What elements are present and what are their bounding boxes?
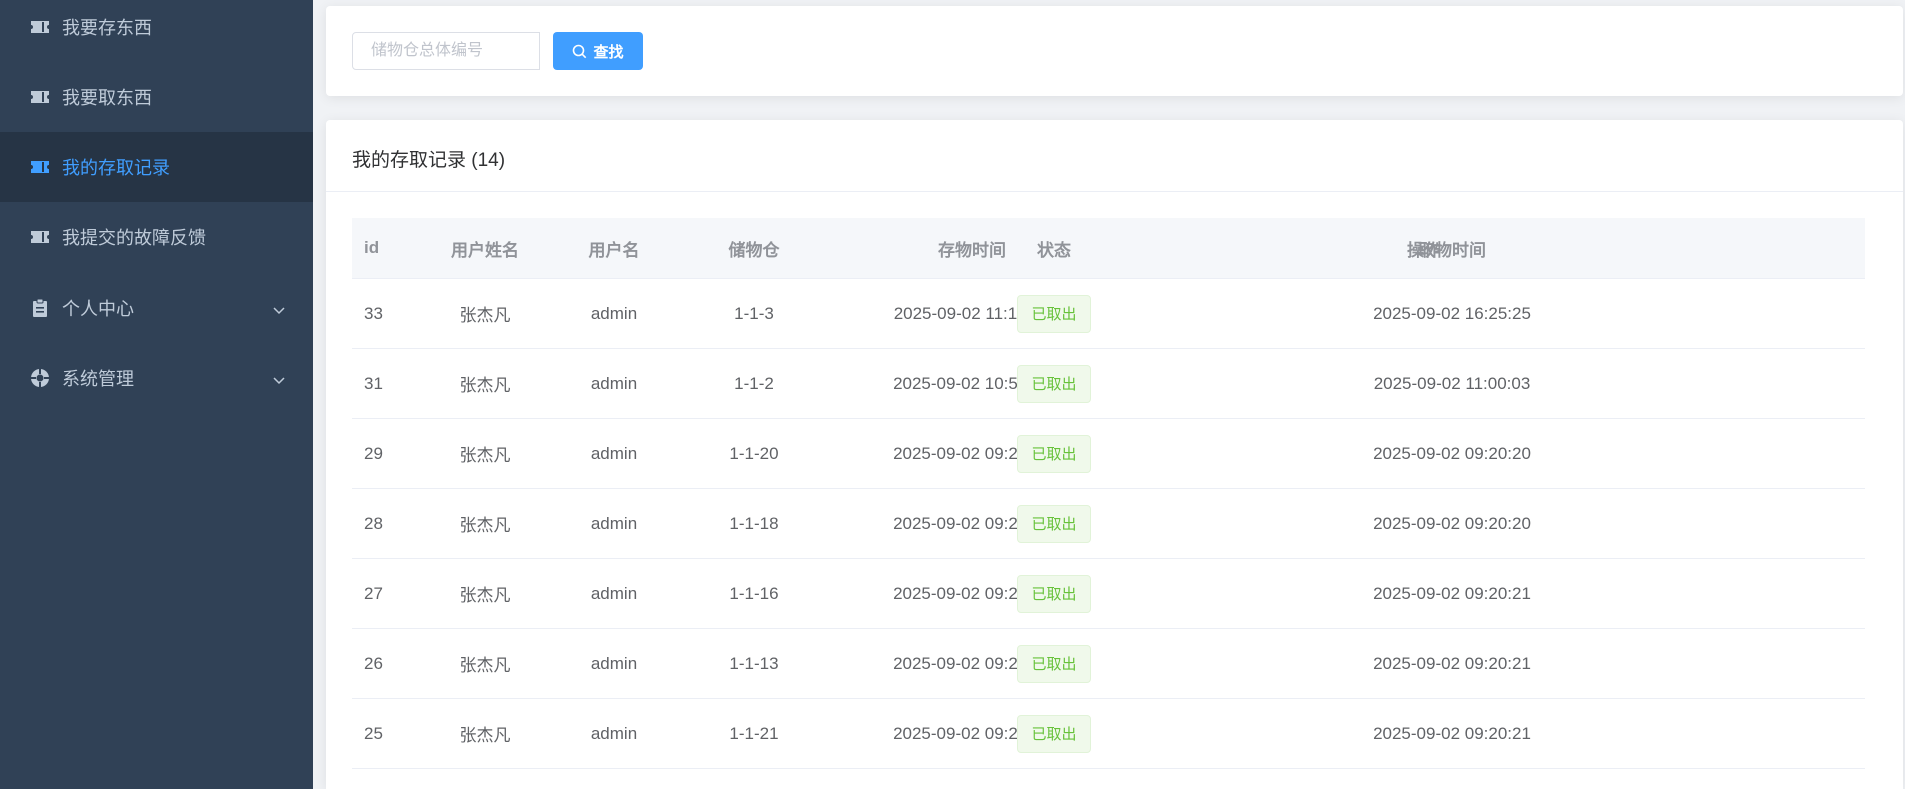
cell-name: 张杰凡 [459, 376, 511, 395]
cell-locker: 1-1-21 [729, 723, 779, 743]
column-header-actions[interactable]: 操作 [1362, 218, 1486, 278]
status-badge: 已取出 [1017, 364, 1091, 403]
records-title: 我的存取记录 (14) [352, 150, 506, 171]
cell-id: 26 [364, 653, 383, 673]
cell-actions [1362, 629, 1486, 698]
cell-name: 张杰凡 [459, 726, 511, 745]
cell-username: admin [590, 443, 638, 463]
search-icon [572, 44, 587, 59]
sidebar-item-feedback[interactable]: 我提交的故障反馈 [0, 202, 313, 272]
table-row[interactable]: 25 张杰凡 admin 1-1-21 2025-09-02 09:20:05 … [352, 699, 1865, 769]
sidebar-item-records[interactable]: 我的存取记录 [0, 132, 313, 202]
sidebar: 我要存东西 我要取东西 我的存取记录 我提交的故障反馈 个人中心 系统管理 [0, 0, 313, 789]
sidebar-item-retrieve[interactable]: 我要取东西 [0, 62, 313, 132]
records-header: 我的存取记录 (14) [326, 120, 1903, 192]
cell-locker: 1-1-18 [729, 513, 779, 533]
ticket-icon [30, 227, 50, 247]
cell-username: admin [590, 373, 638, 393]
column-header-locker[interactable]: 储物仓 [692, 218, 816, 278]
status-badge: 已取出 [1017, 434, 1091, 473]
settings-icon [30, 368, 50, 388]
sidebar-item-store[interactable]: 我要存东西 [0, 0, 313, 62]
ticket-icon [30, 87, 50, 107]
table-header: id 用户姓名 用户名 储物仓 存物时间 状态 取物时间 操作 [352, 218, 1865, 279]
sidebar-item-label: 我要取东西 [62, 88, 152, 108]
table-row[interactable]: 29 张杰凡 admin 1-1-20 2025-09-02 09:20:10 … [352, 419, 1865, 489]
cell-username: admin [590, 583, 638, 603]
sidebar-item-label: 我提交的故障反馈 [62, 228, 206, 248]
status-badge: 已取出 [1017, 294, 1091, 333]
column-header-username[interactable]: 用户名 [552, 218, 676, 278]
search-button[interactable]: 查找 [553, 32, 643, 70]
main-content: 查找 我的存取记录 (14) id 用户姓名 用户名 储物仓 存物时间 状态 取… [313, 0, 1905, 789]
cell-name: 张杰凡 [459, 306, 511, 325]
table-row[interactable]: 26 张杰凡 admin 1-1-13 2025-09-02 09:20:08 … [352, 629, 1865, 699]
cell-username: admin [590, 723, 638, 743]
search-card: 查找 [326, 6, 1903, 96]
cell-id: 25 [364, 723, 383, 743]
clipboard-icon [30, 298, 50, 318]
cell-name: 张杰凡 [459, 656, 511, 675]
search-button-label: 查找 [593, 43, 624, 61]
records-table: id 用户姓名 用户名 储物仓 存物时间 状态 取物时间 操作 33 张杰凡 a… [352, 218, 1865, 769]
cell-actions [1362, 699, 1486, 768]
locker-number-input[interactable] [352, 32, 540, 70]
cell-locker: 1-1-2 [734, 373, 774, 393]
cell-actions [1362, 279, 1486, 348]
cell-id: 28 [364, 513, 383, 533]
table-row[interactable]: 33 张杰凡 admin 1-1-3 2025-09-02 11:10:04 已… [352, 279, 1865, 349]
chevron-down-icon [272, 371, 286, 385]
chevron-down-icon [272, 301, 286, 315]
cell-actions [1362, 489, 1486, 558]
table-row[interactable]: 31 张杰凡 admin 1-1-2 2025-09-02 10:56:38 已… [352, 349, 1865, 419]
cell-id: 33 [364, 303, 383, 323]
cell-locker: 1-1-13 [729, 653, 779, 673]
sidebar-item-label: 个人中心 [62, 299, 134, 319]
cell-id: 29 [364, 443, 383, 463]
status-badge: 已取出 [1017, 714, 1091, 753]
ticket-icon [30, 17, 50, 37]
status-badge: 已取出 [1017, 504, 1091, 543]
cell-id: 27 [364, 583, 383, 603]
column-header-name[interactable]: 用户姓名 [432, 218, 538, 278]
cell-actions [1362, 349, 1486, 418]
cell-name: 张杰凡 [459, 586, 511, 605]
sidebar-item-label: 我要存东西 [62, 18, 152, 38]
records-card: 我的存取记录 (14) id 用户姓名 用户名 储物仓 存物时间 状态 取物时间… [326, 120, 1903, 789]
sidebar-item-profile[interactable]: 个人中心 [0, 273, 313, 343]
column-header-id[interactable]: id [352, 218, 410, 278]
status-badge: 已取出 [1017, 644, 1091, 683]
table-row[interactable]: 28 张杰凡 admin 1-1-18 2025-09-02 09:20:10 … [352, 489, 1865, 559]
cell-locker: 1-1-3 [734, 303, 774, 323]
column-header-status[interactable]: 状态 [992, 218, 1116, 278]
cell-username: admin [590, 653, 638, 673]
cell-id: 31 [364, 373, 383, 393]
cell-name: 张杰凡 [459, 446, 511, 465]
sidebar-item-label: 系统管理 [62, 369, 134, 389]
cell-actions [1362, 559, 1486, 628]
cell-locker: 1-1-16 [729, 583, 779, 603]
sidebar-item-label: 我的存取记录 [62, 158, 170, 178]
cell-name: 张杰凡 [459, 516, 511, 535]
cell-locker: 1-1-20 [729, 443, 779, 463]
cell-username: admin [590, 513, 638, 533]
table-row[interactable]: 27 张杰凡 admin 1-1-16 2025-09-02 09:20:09 … [352, 559, 1865, 629]
sidebar-item-system[interactable]: 系统管理 [0, 343, 313, 413]
cell-actions [1362, 419, 1486, 488]
ticket-icon [30, 157, 50, 177]
status-badge: 已取出 [1017, 574, 1091, 613]
cell-username: admin [590, 303, 638, 323]
